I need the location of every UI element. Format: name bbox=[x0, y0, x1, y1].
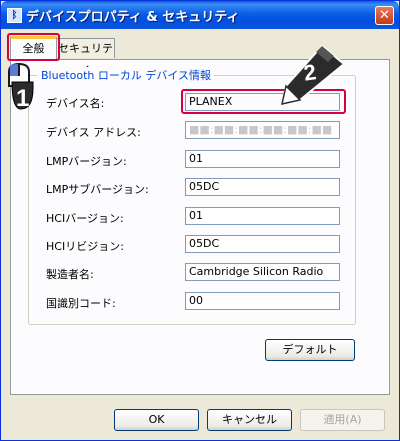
hci-revision-label: HCIリビジョン: bbox=[46, 240, 124, 253]
annotation-pencil-step-2-icon: 2 bbox=[280, 44, 346, 106]
group-title: Bluetooth ローカル デバイス情報 bbox=[38, 67, 215, 83]
lmp-version-label: LMPバージョン: bbox=[46, 155, 127, 168]
country-code-label: 国識別コード: bbox=[46, 297, 116, 310]
device-address-label: デバイス アドレス: bbox=[46, 126, 141, 139]
bluetooth-app-icon: ᛒ bbox=[7, 8, 22, 23]
window-title: デバイスプロパティ & セキュリティ bbox=[26, 10, 240, 25]
hci-version-field: 01 bbox=[185, 207, 340, 225]
title-bar[interactable]: ᛒ デバイスプロパティ & セキュリティ ✕ bbox=[1, 1, 399, 29]
annotation-highlight-tab bbox=[7, 33, 60, 61]
country-code-field: 00 bbox=[185, 292, 340, 310]
apply-button[interactable]: 適用(A) bbox=[300, 409, 385, 431]
lmp-subversion-label: LMPサブバージョン: bbox=[46, 183, 149, 196]
ok-button[interactable]: OK bbox=[114, 409, 199, 431]
default-button[interactable]: デフォルト bbox=[265, 339, 355, 361]
manufacturer-label: 製造者名: bbox=[46, 268, 94, 281]
device-address-field: ■■:■■:■■:■■:■■:■■ bbox=[185, 121, 340, 139]
hci-revision-field: 05DC bbox=[185, 235, 340, 253]
close-button[interactable]: ✕ bbox=[375, 6, 394, 25]
manufacturer-field: Cambridge Silicon Radio bbox=[185, 263, 340, 281]
hci-version-label: HCIバージョン: bbox=[46, 212, 124, 225]
lmp-subversion-field: 05DC bbox=[185, 178, 340, 196]
tab-security[interactable]: セキュリティ bbox=[57, 38, 115, 75]
lmp-version-field: 01 bbox=[185, 150, 340, 168]
device-name-label: デバイス名: bbox=[46, 97, 105, 110]
annotation-step-1-label: 1 bbox=[16, 85, 29, 112]
cancel-button[interactable]: キャンセル bbox=[207, 409, 292, 431]
annotation-mouse-step-1-icon: 1 bbox=[8, 62, 34, 112]
